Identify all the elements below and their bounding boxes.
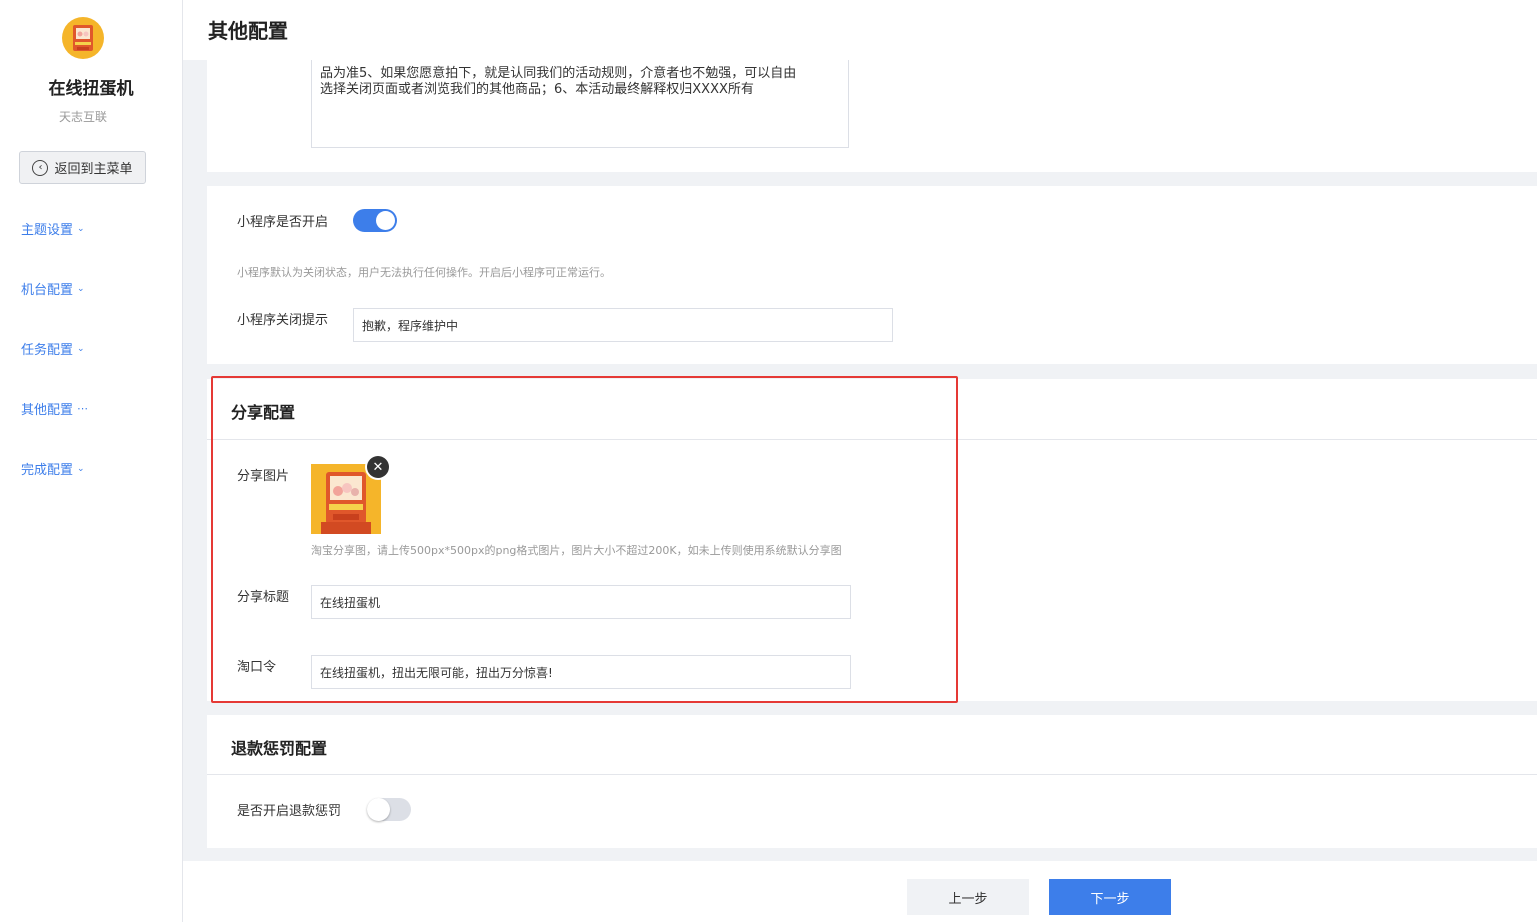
- miniprogram-open-toggle[interactable]: [353, 209, 397, 232]
- sidebar-item-theme[interactable]: 主题设置 ⌄: [21, 219, 85, 238]
- rules-card: 品为准5、如果您愿意拍下，就是认同我们的活动规则，介意者也不勉强，可以自由 选择…: [207, 60, 1537, 172]
- chevron-down-icon: ⌄: [77, 343, 85, 354]
- sidebar-item-label: 主题设置: [21, 223, 74, 238]
- miniprogram-open-label: 小程序是否开启: [237, 215, 329, 230]
- sidebar-item-other[interactable]: 其他配置 ⋯: [21, 399, 88, 418]
- page-title: 其他配置: [208, 19, 288, 43]
- footer-bar: 上一步 下一步: [183, 861, 1537, 922]
- toggle-knob: [367, 798, 390, 821]
- app-subtitle: 天志互联: [58, 110, 107, 124]
- sidebar-item-label: 完成配置: [21, 463, 74, 478]
- share-config-card: 分享配置 分享图片 ✕ 淘宝分享图，请上传500px*500px的png格式图片…: [207, 379, 1537, 701]
- chevron-left-circle-icon: ‹: [32, 159, 49, 176]
- share-title-input[interactable]: 在线扭蛋机: [311, 585, 851, 619]
- share-image-hint: 淘宝分享图，请上传500px*500px的png格式图片，图片大小不超过200K…: [311, 544, 842, 557]
- chevron-down-icon: ⌄: [77, 223, 85, 234]
- next-step-button[interactable]: 下一步: [1049, 879, 1171, 915]
- refund-config-card: 退款惩罚配置 是否开启退款惩罚: [207, 715, 1537, 848]
- miniprogram-close-tip-label: 小程序关闭提示: [237, 313, 329, 328]
- sidebar-item-task[interactable]: 任务配置 ⌄: [21, 339, 85, 358]
- prev-step-button[interactable]: 上一步: [907, 879, 1029, 915]
- miniprogram-card: 小程序是否开启 小程序默认为关闭状态，用户无法执行任何操作。开启后小程序可正常运…: [207, 186, 1537, 364]
- rules-line-2: 选择关闭页面或者浏览我们的其他商品；6、本活动最终解释权归XXXX所有: [320, 82, 754, 97]
- sidebar: 在线扭蛋机 天志互联 ‹ 返回到主菜单 主题设置 ⌄ 机台配置 ⌄ 任务配置 ⌄…: [0, 0, 183, 922]
- sidebar-item-machine[interactable]: 机台配置 ⌄: [21, 279, 85, 298]
- remove-image-close-icon[interactable]: ✕: [367, 456, 389, 478]
- app-name: 在线扭蛋机: [48, 79, 134, 99]
- taokouling-label: 淘口令: [237, 660, 277, 675]
- back-to-main-menu-button[interactable]: ‹ 返回到主菜单: [19, 151, 146, 184]
- divider: [207, 774, 1537, 775]
- toggle-knob: [376, 211, 395, 230]
- miniprogram-hint: 小程序默认为关闭状态，用户无法执行任何操作。开启后小程序可正常运行。: [237, 266, 611, 279]
- miniprogram-close-tip-input[interactable]: 抱歉，程序维护中: [353, 308, 893, 342]
- app-logo: [62, 17, 104, 59]
- share-image-label: 分享图片: [237, 469, 290, 484]
- claw-machine-icon: [73, 25, 93, 51]
- chevron-down-icon: ⌄: [77, 463, 85, 474]
- refund-enable-label: 是否开启退款惩罚: [237, 804, 342, 819]
- chevron-down-icon: ⌄: [77, 283, 85, 294]
- page-header: 其他配置: [183, 0, 1537, 60]
- share-title-label: 分享标题: [237, 590, 290, 605]
- refund-enable-toggle[interactable]: [367, 798, 411, 821]
- sidebar-item-label: 机台配置: [21, 283, 74, 298]
- more-dots-icon: ⋯: [77, 402, 89, 415]
- rules-textarea[interactable]: 品为准5、如果您愿意拍下，就是认同我们的活动规则，介意者也不勉强，可以自由 选择…: [311, 60, 849, 148]
- sidebar-item-label: 任务配置: [21, 343, 74, 358]
- refund-config-title: 退款惩罚配置: [231, 739, 328, 758]
- taokouling-input[interactable]: 在线扭蛋机，扭出无限可能，扭出万分惊喜!: [311, 655, 851, 689]
- back-button-label: 返回到主菜单: [54, 162, 133, 177]
- share-config-title: 分享配置: [231, 403, 296, 422]
- sidebar-item-finish[interactable]: 完成配置 ⌄: [21, 459, 85, 478]
- rules-line-1: 品为准5、如果您愿意拍下，就是认同我们的活动规则，介意者也不勉强，可以自由: [320, 66, 797, 81]
- divider: [207, 439, 1537, 440]
- sidebar-item-label: 其他配置: [21, 403, 74, 418]
